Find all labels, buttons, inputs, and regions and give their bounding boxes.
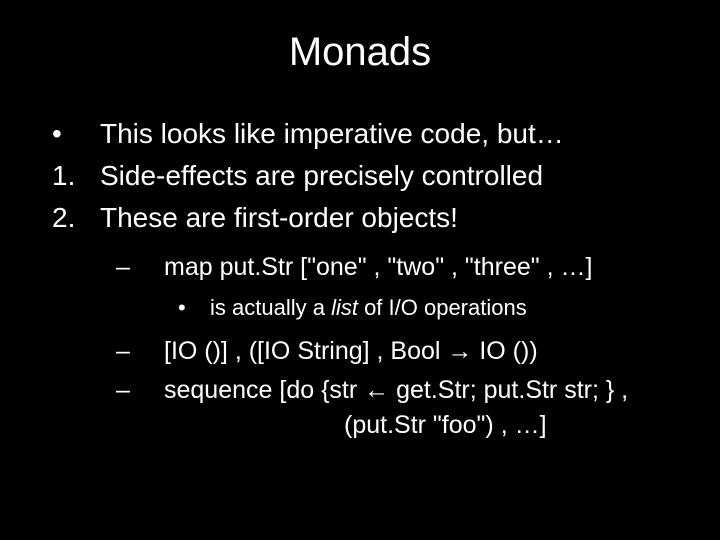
- list-item: • This looks like imperative code, but…: [40, 115, 680, 153]
- bullet-text: map put.Str ["one" , "two" , "three" , ……: [164, 250, 680, 285]
- bullet-text: This looks like imperative code, but…: [100, 115, 680, 153]
- text-line-continuation: (put.Str "foo") , …]: [164, 408, 680, 443]
- bullet-list-level2: – map put.Str ["one" , "two" , "three" ,…: [112, 250, 680, 443]
- bullet-text: Side-effects are precisely controlled: [100, 157, 680, 195]
- slide: Monads • This looks like imperative code…: [0, 0, 720, 540]
- list-item: • is actually a list of I/O operations: [164, 293, 680, 324]
- bullet-marker: 1.: [40, 157, 100, 195]
- dash-marker: –: [112, 373, 164, 443]
- dash-marker: –: [112, 250, 164, 285]
- list-item: – map put.Str ["one" , "two" , "three" ,…: [112, 250, 680, 285]
- list-item: – sequence [do {str ← get.Str; put.Str s…: [112, 373, 680, 443]
- text-line: sequence [do {str ← get.Str; put.Str str…: [164, 373, 680, 408]
- bullet-marker: •: [164, 293, 210, 324]
- list-item: – [IO ()] , ([IO String] , Bool → IO ()): [112, 334, 680, 369]
- bullet-marker: •: [40, 115, 100, 153]
- dash-marker: –: [112, 334, 164, 369]
- bullet-text: sequence [do {str ← get.Str; put.Str str…: [164, 373, 680, 443]
- slide-title: Monads: [40, 30, 680, 75]
- bullet-list-level1: • This looks like imperative code, but… …: [40, 115, 680, 236]
- list-item: 1. Side-effects are precisely controlled: [40, 157, 680, 195]
- italic-text: list: [331, 295, 358, 320]
- text-run: is actually a: [210, 295, 331, 320]
- bullet-text: [IO ()] , ([IO String] , Bool → IO ()): [164, 334, 680, 369]
- bullet-marker: 2.: [40, 199, 100, 237]
- text-run: of I/O operations: [358, 295, 527, 320]
- bullet-text: These are first-order objects!: [100, 199, 680, 237]
- bullet-text: is actually a list of I/O operations: [210, 293, 680, 324]
- bullet-list-level3: • is actually a list of I/O operations: [164, 293, 680, 324]
- list-item: 2. These are first-order objects!: [40, 199, 680, 237]
